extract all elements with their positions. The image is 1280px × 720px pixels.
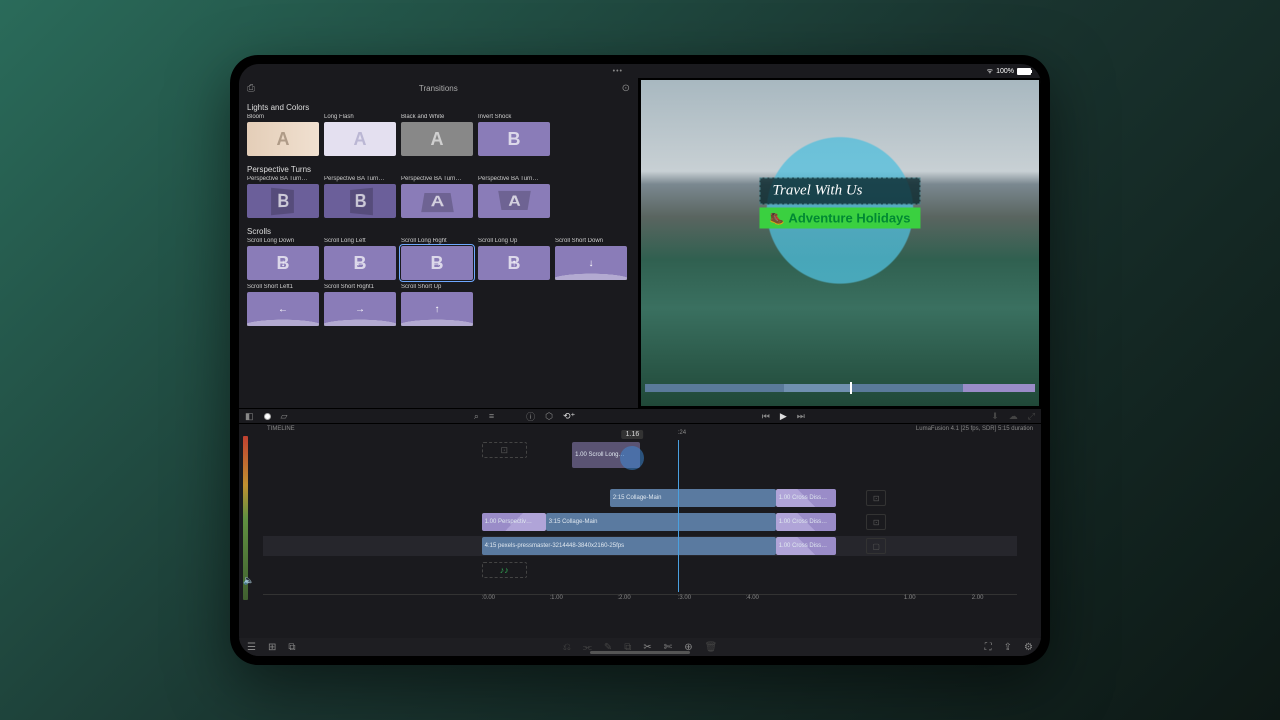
preview-scrubber[interactable] [645,384,1035,392]
out-marker: :24 [678,430,686,436]
title-line-1: Travel With Us [759,178,920,205]
timeline[interactable]: TIMELINE LumaFusion 4.1 [25 fps, SDR] 5:… [239,424,1041,620]
rewind-speed-icon[interactable]: ⟲⁺ [563,411,575,422]
transition-perspective-4[interactable]: A [478,184,550,218]
play-button[interactable]: ▶ [780,411,787,422]
track-overlay-1[interactable]: 2:15 Collage-Main 1.00 Cross Diss… ⊡ [263,488,1017,508]
share-icon[interactable]: ⇪ [1004,642,1012,653]
library-back-icon[interactable]: ⎙ [247,83,255,94]
scrubber-playhead[interactable] [850,382,852,394]
preview-monitor[interactable]: Travel With Us 🥾 Adventure Holidays [639,78,1041,408]
record-button[interactable] [264,413,271,420]
transition-black-white[interactable]: A [401,122,473,156]
empty-audio-slot[interactable]: ♪♪ [482,562,527,578]
category-scrolls: Scrolls Scroll Long DownB↓ Scroll Long L… [239,222,638,330]
filter-icon[interactable]: ≡ [489,411,494,421]
speaker-icon[interactable]: 🔈 [243,575,254,586]
wifi-icon: ᯤ [987,67,993,76]
transition-scroll-long-up[interactable]: B↑ [478,246,550,280]
category-perspective: Perspective Turns Perspective BA Turn…B … [239,160,638,222]
transition-long-flash[interactable]: A [324,122,396,156]
list-view-icon[interactable]: ☰ [247,642,256,653]
playhead[interactable] [678,440,679,592]
category-label: Perspective Turns [239,160,638,176]
cloud-icon[interactable]: ☁ [1009,411,1018,422]
transition-scroll-long-left[interactable]: B← [324,246,396,280]
tracks-container[interactable]: 1.16 :24 1.00 Scroll Long… ⊡ 2:15 Collag… [263,440,1017,592]
transition-scroll-long-down[interactable]: B↓ [247,246,319,280]
track-overlay-2[interactable]: ⊡ [263,440,1017,460]
transition-scroll-short-up[interactable]: ↑ [401,292,473,326]
app-screen: ••• ᯤ 100% ⎙ Transitions ⊙ Lights and Co… [239,64,1041,656]
layers-icon[interactable]: ⧉ [288,642,295,653]
track-background[interactable]: 4:15 pexels-pressmaster-3214448-3840x216… [263,536,1017,556]
clip-crossdissolve-1[interactable]: 1.00 Cross Diss… [776,489,836,507]
transition-scroll-short-left[interactable]: ← [247,292,319,326]
battery-pct: 100% [996,68,1014,75]
empty-clip-slot[interactable]: ⊡ [482,442,527,458]
delete-icon[interactable]: 🗑 [705,642,718,653]
project-info: LumaFusion 4.1 [25 fps, SDR] 5:15 durati… [916,426,1033,432]
multitask-dots[interactable]: ••• [613,68,623,75]
ipad-frame: ••• ᯤ 100% ⎙ Transitions ⊙ Lights and Co… [230,55,1050,665]
transition-perspective-3[interactable]: A [401,184,473,218]
transition-scroll-short-down[interactable]: ↓ [555,246,627,280]
clip-perspective[interactable]: 1.00 Perspectiv… [482,513,546,531]
settings-icon[interactable]: ⚙ [1024,642,1033,653]
clip-crossdissolve-3[interactable]: 1.00 Cross Diss… [776,537,836,555]
track-end-3[interactable]: ▢ [866,538,886,554]
track-audio[interactable]: ♪♪ [263,560,1017,580]
preview-image [641,80,1039,406]
title-line-2: 🥾 Adventure Holidays [759,208,920,229]
transition-scroll-long-right[interactable]: B→ [401,246,473,280]
home-indicator[interactable] [590,651,690,654]
transition-perspective-1[interactable]: B [247,184,319,218]
track-end-1[interactable]: ⊡ [866,490,886,506]
edit-mode-icon[interactable]: ◧ [245,411,254,422]
clip-crossdissolve-2[interactable]: 1.00 Cross Diss… [776,513,836,531]
transition-bloom[interactable]: A [247,122,319,156]
search-icon[interactable]: ⌕ [474,411,479,422]
browser-more-icon[interactable]: ⊙ [622,83,630,94]
playhead-time: 1.16 [622,430,644,439]
transition-perspective-2[interactable]: B [324,184,396,218]
battery-icon [1017,68,1031,75]
timeline-label: TIMELINE [267,426,295,432]
tag-icon[interactable]: ⬡ [545,411,553,422]
category-label: Lights and Colors [239,98,638,114]
boot-icon: 🥾 [769,211,784,225]
clip-collage-1[interactable]: 2:15 Collage-Main [610,489,776,507]
clip-collage-2[interactable]: 3:15 Collage-Main [546,513,776,531]
info-icon[interactable]: ⓘ [526,410,535,423]
status-bar: ••• ᯤ 100% [239,64,1041,78]
next-button[interactable]: ⏭ [797,411,805,422]
prev-button[interactable]: ⏮ [762,411,770,422]
transition-scroll-short-right[interactable]: → [324,292,396,326]
browser-title: Transitions [255,84,622,93]
fit-icon[interactable]: ⛶ [985,642,992,653]
transitions-browser: ⎙ Transitions ⊙ Lights and Colors BloomA… [239,78,639,408]
undo-icon[interactable]: ⎌ [563,642,571,653]
clip-pexels[interactable]: 4:15 pexels-pressmaster-3214448-3840x216… [482,537,776,555]
title-overlay: Travel With Us 🥾 Adventure Holidays [759,178,920,229]
expand-icon[interactable]: ⤢ [1028,411,1035,422]
keyframe-icon[interactable]: ▱ [281,411,288,422]
download-icon[interactable]: ⬇ [991,411,999,422]
track-end-2[interactable]: ⊡ [866,514,886,530]
category-label: Scrolls [239,222,638,238]
middle-toolbar: ◧ ▱ ⌕ ≡ ⓘ ⬡ ⟲⁺ ⏮ ▶ ⏭ ⬇ ☁ ⤢ [239,408,1041,424]
track-main-video[interactable]: 1.00 Perspectiv… 3:15 Collage-Main 1.00 … [263,512,1017,532]
grid-view-icon[interactable]: ⊞ [268,642,276,653]
category-lights: Lights and Colors BloomA Long FlashA Bla… [239,98,638,160]
transition-invert-shock[interactable]: B [478,122,550,156]
time-ruler[interactable]: :0.00 :1.00 :2.00 :3.00 :4.00 1.00 2.00 [263,594,1017,606]
